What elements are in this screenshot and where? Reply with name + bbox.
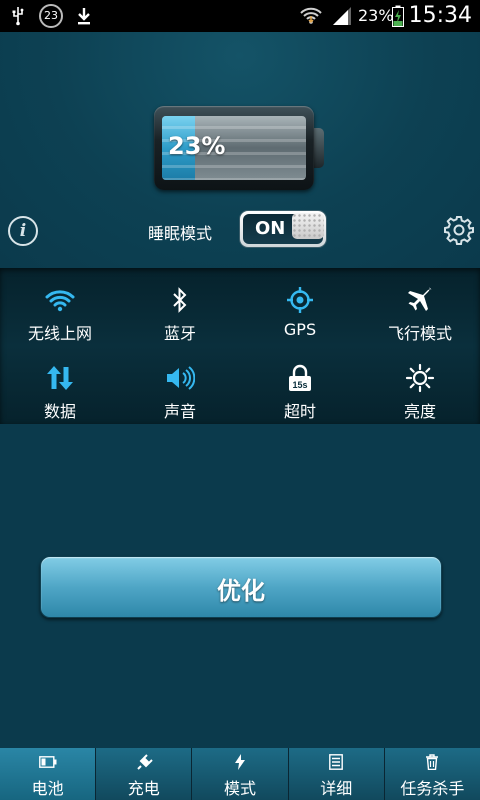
trash-icon bbox=[385, 754, 480, 770]
status-bar: 23 23% 15:34 bbox=[0, 0, 480, 32]
quick-setting-airplane[interactable]: 飞行模式 bbox=[360, 276, 480, 348]
battery-percent-label: 23% bbox=[168, 132, 226, 160]
plug-icon bbox=[96, 754, 191, 770]
list-icon bbox=[289, 754, 384, 770]
wifi-icon bbox=[0, 286, 120, 314]
gear-icon[interactable] bbox=[444, 215, 474, 245]
clock: 15:34 bbox=[408, 3, 472, 28]
tab-details[interactable]: 详细 bbox=[288, 748, 385, 800]
tab-battery[interactable]: 电池 bbox=[0, 748, 97, 800]
sound-icon bbox=[120, 364, 240, 392]
bluetooth-icon bbox=[120, 286, 240, 314]
quick-settings-panel: 无线上网 蓝牙 GPS 飞行模式 数据 声音 15s 超时 亮度 bbox=[0, 268, 480, 424]
airplane-icon bbox=[360, 286, 480, 314]
download-icon bbox=[74, 0, 94, 32]
gps-icon bbox=[240, 286, 360, 314]
quick-setting-wifi[interactable]: 无线上网 bbox=[0, 276, 120, 348]
tab-charging[interactable]: 充电 bbox=[96, 748, 193, 800]
tab-mode[interactable]: 模式 bbox=[192, 748, 289, 800]
toggle-text: ON bbox=[255, 218, 286, 239]
battery-percent-text: 23% bbox=[358, 6, 394, 25]
notification-badge: 23 bbox=[38, 0, 64, 32]
data-icon bbox=[0, 364, 120, 392]
quick-setting-bluetooth[interactable]: 蓝牙 bbox=[120, 276, 240, 348]
bolt-icon bbox=[192, 754, 287, 770]
battery-cap bbox=[314, 128, 324, 168]
optimize-button[interactable]: 优化 bbox=[40, 556, 442, 618]
quick-setting-timeout[interactable]: 15s 超时 bbox=[240, 354, 360, 426]
toggle-knob[interactable] bbox=[292, 213, 324, 239]
quick-setting-gps[interactable]: GPS bbox=[240, 276, 360, 348]
bottom-tab-bar: 电池 充电 模式 详细 任务杀手 bbox=[0, 748, 480, 800]
quick-setting-sound[interactable]: 声音 bbox=[120, 354, 240, 426]
battery-charging-icon bbox=[390, 0, 406, 32]
info-icon[interactable]: i bbox=[8, 216, 38, 246]
usb-icon bbox=[8, 0, 28, 32]
sleep-mode-toggle[interactable]: ON bbox=[240, 211, 326, 247]
quick-setting-data[interactable]: 数据 bbox=[0, 354, 120, 426]
timeout-icon-text: 15s bbox=[292, 380, 307, 390]
quick-setting-brightness[interactable]: 亮度 bbox=[360, 354, 480, 426]
timeout-icon: 15s bbox=[240, 364, 360, 392]
tab-task-killer[interactable]: 任务杀手 bbox=[384, 748, 480, 800]
wifi-status-icon bbox=[298, 0, 324, 32]
battery-icon bbox=[0, 754, 95, 770]
signal-icon bbox=[330, 0, 354, 32]
optimize-button-label: 优化 bbox=[217, 577, 265, 605]
brightness-icon bbox=[360, 363, 480, 393]
sleep-mode-label: 睡眠模式 bbox=[148, 224, 213, 243]
